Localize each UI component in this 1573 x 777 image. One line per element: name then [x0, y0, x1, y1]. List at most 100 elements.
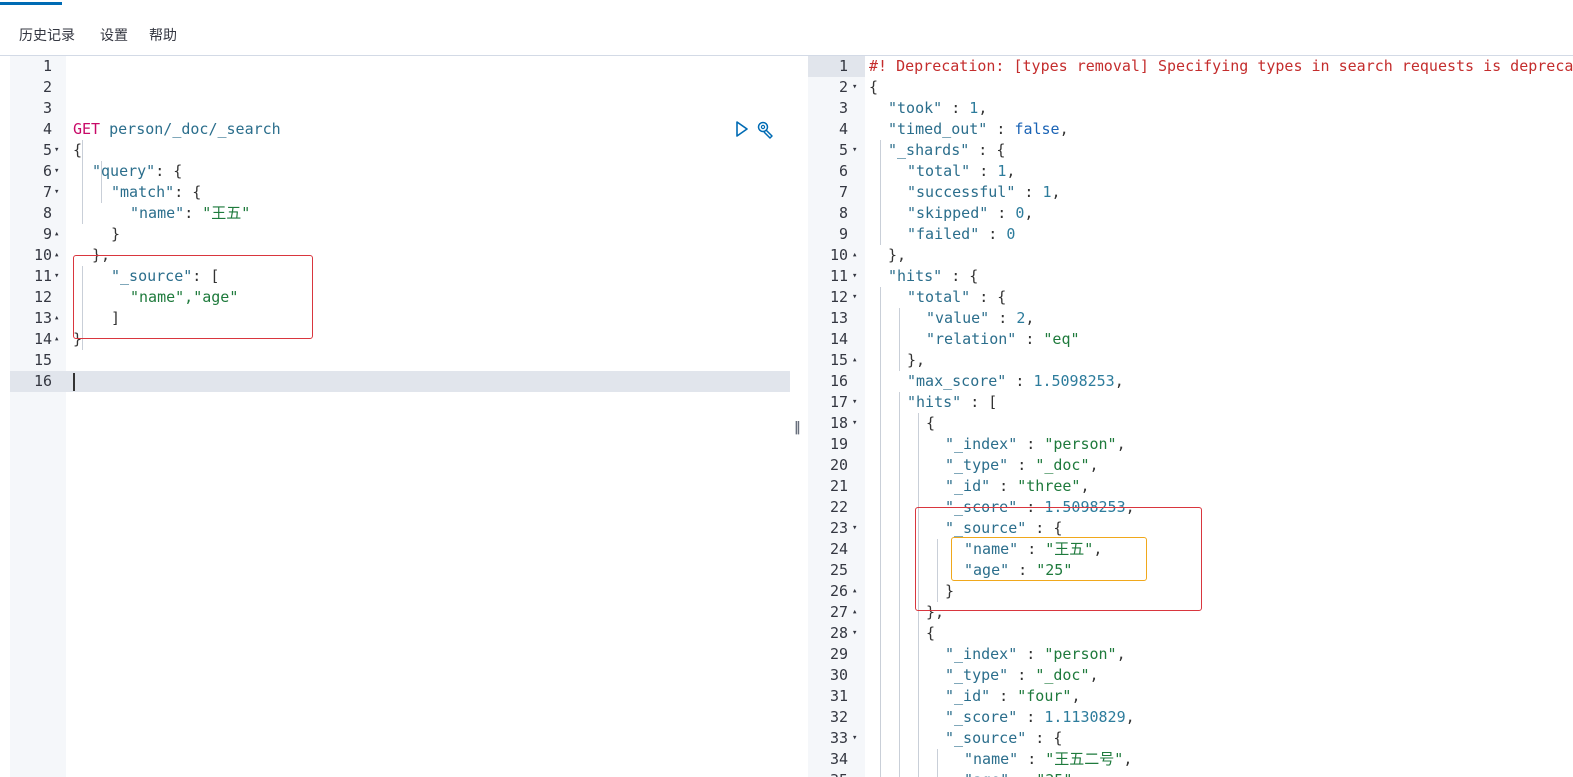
fold-close-icon: ▴ — [54, 250, 60, 260]
fold-open-icon: ▾ — [54, 166, 60, 176]
line-number: 1 — [42, 57, 52, 75]
punctuation: : { — [155, 162, 183, 180]
fold-close-icon: ▴ — [54, 229, 60, 239]
punctuation: : [ — [961, 393, 998, 411]
code-line: 1 #! Deprecation: [types removal] Specify… — [808, 56, 1573, 77]
code-line: 2 ▾ { — [808, 77, 1573, 98]
code-line[interactable]: 16 — [10, 371, 790, 392]
line-content: "query": { — [73, 161, 182, 182]
json-string: "王五二号" — [1045, 750, 1124, 768]
line-number: 6 — [42, 162, 52, 180]
json-key: "_type" — [945, 456, 1009, 474]
code-line[interactable]: 15 — [10, 350, 790, 371]
line-content: "skipped" : 0, — [869, 203, 1033, 224]
punctuation: , — [1071, 687, 1081, 705]
pane-splitter[interactable]: ‖ — [790, 56, 808, 777]
code-line: 18 ▾ { — [808, 413, 1573, 434]
punctuation: : { — [1026, 729, 1063, 747]
punctuation: , — [1125, 708, 1135, 726]
punctuation: , — [1051, 183, 1061, 201]
fold-open-icon: ▾ — [852, 418, 858, 428]
request-url: person/_doc/_search — [109, 120, 281, 138]
punctuation: , — [1116, 435, 1126, 453]
line-content: "total" : { — [869, 287, 1006, 308]
line-content: "_id" : "three", — [869, 476, 1090, 497]
code-line[interactable]: 9 ▴} — [10, 224, 790, 245]
drag-handle-icon[interactable]: ‖ — [794, 420, 801, 435]
punctuation: : — [1009, 771, 1036, 777]
line-number: 22 — [829, 498, 848, 516]
http-method: GET — [73, 120, 101, 138]
line-content: "name" : "王五二号", — [869, 749, 1132, 770]
request-editor[interactable]: 1 2 3 4 GET person/_doc/_search 5 ▾{6 ▾ "query":… — [10, 56, 790, 777]
menu-help[interactable]: 帮助 — [149, 26, 177, 46]
json-key: "name" — [964, 750, 1019, 768]
json-string: "王五" — [202, 204, 251, 222]
fold-open-icon: ▾ — [852, 628, 858, 638]
wrench-icon[interactable] — [757, 121, 773, 139]
json-key: "max_score" — [907, 372, 1007, 390]
code-line: 5 ▾ "_shards" : { — [808, 140, 1573, 161]
punctuation: : — [1006, 372, 1034, 390]
line-content: "_score" : 1.1130829, — [869, 707, 1135, 728]
code-line[interactable]: 7 ▾ "match": { — [10, 182, 790, 203]
menu-history[interactable]: 历史记录 — [19, 26, 75, 46]
json-string: "25" — [1036, 771, 1072, 777]
line-content: { — [869, 623, 935, 644]
line-number: 9 — [42, 225, 52, 243]
line-number: 13 — [829, 309, 848, 327]
line-number: 7 — [42, 183, 52, 201]
response-viewer[interactable]: 1 #! Deprecation: [types removal] Specify… — [808, 56, 1573, 777]
json-key: "_id" — [945, 477, 991, 495]
punctuation: , — [1006, 162, 1016, 180]
fold-open-icon: ▾ — [54, 271, 60, 281]
code-line[interactable]: 4 GET person/_doc/_search — [10, 119, 790, 140]
line-number: 24 — [829, 540, 848, 558]
line-number: 15 — [829, 351, 848, 369]
json-key: "_index" — [945, 435, 1018, 453]
json-key: "relation" — [926, 330, 1017, 348]
punctuation: : — [970, 162, 998, 180]
code-line: 17 ▾ "hits" : [ — [808, 392, 1573, 413]
code-line: 31 "_id" : "four", — [808, 686, 1573, 707]
code-line[interactable]: 6 ▾ "query": { — [10, 161, 790, 182]
code-line: 7 "successful" : 1, — [808, 182, 1573, 203]
json-number: 1 — [969, 99, 979, 117]
line-content: "value" : 2, — [869, 308, 1034, 329]
indent-guide — [101, 161, 102, 203]
fold-open-icon: ▾ — [852, 271, 858, 281]
line-number: 4 — [42, 120, 52, 138]
json-key: "hits" — [907, 393, 962, 411]
line-content: "match": { — [73, 182, 201, 203]
code-line: 11 ▾ "hits" : { — [808, 266, 1573, 287]
punctuation: : — [988, 204, 1016, 222]
punctuation: : { — [174, 183, 202, 201]
line-content: { — [869, 77, 878, 98]
line-content: { — [73, 140, 82, 161]
active-tab-indicator[interactable] — [0, 2, 62, 5]
code-line: 21 "_id" : "three", — [808, 476, 1573, 497]
line-content: }, — [869, 245, 906, 266]
line-number: 14 — [829, 330, 848, 348]
console-menu-bar: 历史记录 设置 帮助 — [0, 6, 1573, 56]
menu-settings[interactable]: 设置 — [100, 26, 128, 46]
line-number: 31 — [829, 687, 848, 705]
request-actions — [735, 120, 783, 144]
line-number: 17 — [829, 393, 848, 411]
code-line: 4 "timed_out" : false, — [808, 119, 1573, 140]
code-line[interactable]: 2 — [10, 77, 790, 98]
line-number: 10 — [829, 246, 848, 264]
indent-guide — [899, 392, 900, 777]
line-number: 33 — [829, 729, 848, 747]
code-line[interactable]: 3 — [10, 98, 790, 119]
json-number: 2 — [1016, 309, 1026, 327]
code-line[interactable]: 8 "name": "王五" — [10, 203, 790, 224]
line-content: "_type" : "_doc", — [869, 455, 1099, 476]
code-line[interactable]: 5 ▾ { — [10, 140, 790, 161]
code-line[interactable]: 1 — [10, 56, 790, 77]
line-content: "name": "王五" — [73, 203, 250, 224]
line-content: } — [73, 224, 120, 245]
json-boolean: false — [1014, 120, 1060, 138]
play-icon[interactable] — [736, 121, 748, 137]
code-line: 30 "_type" : "_doc", — [808, 665, 1573, 686]
